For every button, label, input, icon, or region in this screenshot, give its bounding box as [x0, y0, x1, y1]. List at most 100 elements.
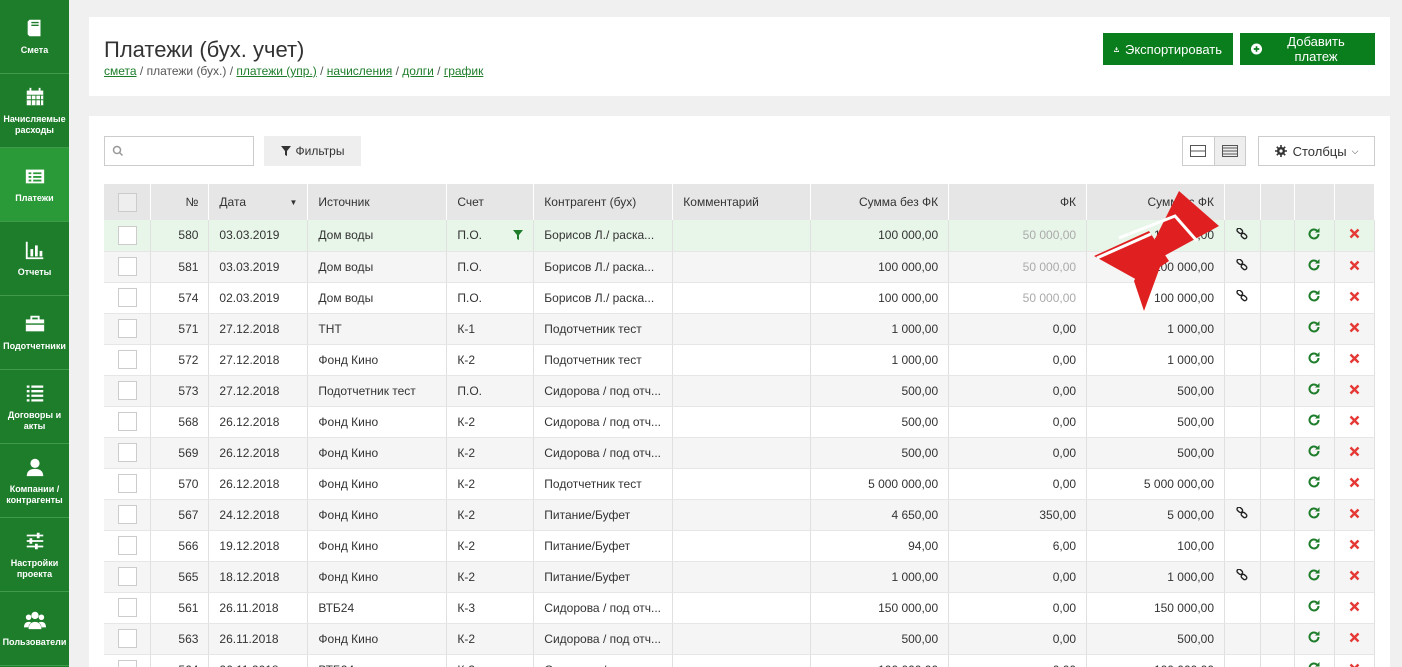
col-header-source[interactable]: Источник: [307, 184, 448, 220]
breadcrumb-debts-link[interactable]: долги: [402, 64, 434, 78]
table-row[interactable]: 568 26.12.2018 Фонд Кино К-2 Сидорова / под …: [104, 406, 1376, 438]
delete-icon[interactable]: [1349, 632, 1360, 643]
table-row[interactable]: 56426.11.2018ВТБ24 К-3 Сидорова / под отч.…: [104, 654, 1376, 667]
table-row[interactable]: 573 27.12.2018 Подотчетник тест П.О. Сидоров…: [104, 375, 1376, 407]
row-checkbox[interactable]: [117, 319, 137, 338]
delete-icon[interactable]: [1349, 322, 1360, 333]
delete-icon[interactable]: [1349, 228, 1360, 239]
row-checkbox[interactable]: [117, 505, 137, 524]
table-row[interactable]: 572 27.12.2018 Фонд Кино К-2 Подотчетник тес…: [104, 344, 1376, 376]
table-row[interactable]: 580 03.03.2019 Дом воды П.О. Борисов Л./ рас…: [104, 220, 1376, 252]
row-checkbox[interactable]: [117, 225, 137, 245]
search-input[interactable]: [127, 140, 249, 162]
refresh-icon[interactable]: [1307, 506, 1321, 520]
col-header-account[interactable]: Счет: [446, 184, 535, 220]
row-checkbox[interactable]: [117, 629, 137, 648]
sidebar-item-reports[interactable]: Отчеты: [0, 222, 69, 296]
link-icon[interactable]: [1236, 568, 1248, 581]
row-checkbox[interactable]: [117, 474, 137, 493]
sidebar-item-accountables[interactable]: Подотчетники: [0, 296, 69, 370]
delete-icon[interactable]: [1349, 446, 1360, 457]
table-row[interactable]: 570 26.12.2018 Фонд Кино К-2 Подотчетник тес…: [104, 468, 1376, 500]
delete-icon[interactable]: [1349, 539, 1360, 550]
breadcrumb-schedule-link[interactable]: график: [444, 64, 484, 78]
delete-icon[interactable]: [1349, 260, 1360, 271]
sidebar-item-accrued[interactable]: Начисляемые расходы: [0, 74, 69, 148]
col-header-sum-with-fk[interactable]: Сумма с ФК: [1086, 184, 1225, 220]
filter-icon[interactable]: [513, 230, 524, 241]
col-header-counterparty[interactable]: Контрагент (бух): [533, 184, 674, 220]
cell-sum-no-fk: 100 000,00: [810, 282, 950, 314]
sidebar-item-contracts[interactable]: Договоры и акты: [0, 370, 69, 444]
row-checkbox[interactable]: [117, 443, 137, 462]
refresh-icon[interactable]: [1307, 444, 1321, 458]
col-header-fk[interactable]: ФК: [948, 184, 1088, 220]
col-header-number[interactable]: №: [150, 184, 210, 220]
refresh-icon[interactable]: [1307, 661, 1321, 667]
export-button[interactable]: Экспортировать: [1103, 33, 1233, 65]
row-checkbox[interactable]: [117, 288, 137, 307]
row-checkbox[interactable]: [117, 598, 137, 617]
table-row[interactable]: 571 27.12.2018 ТНТ К-1 Подотчетник тест 1 000…: [104, 313, 1376, 345]
refresh-icon[interactable]: [1307, 568, 1321, 582]
row-checkbox[interactable]: [117, 350, 137, 369]
cell-link: [1224, 282, 1261, 314]
sidebar-item-smeta[interactable]: Смета: [0, 0, 69, 74]
delete-icon[interactable]: [1349, 663, 1360, 667]
filters-button[interactable]: Фильтры: [264, 136, 361, 166]
row-checkbox[interactable]: [117, 536, 137, 555]
table-row[interactable]: 566 19.12.2018 Фонд Кино К-2 Питание/Буфет 94…: [104, 530, 1376, 562]
refresh-icon[interactable]: [1307, 382, 1321, 396]
table-row[interactable]: 569 26.12.2018 Фонд Кино К-2 Сидорова / под …: [104, 437, 1376, 469]
refresh-icon[interactable]: [1307, 351, 1321, 365]
col-header-sum-no-fk[interactable]: Сумма без ФК: [810, 184, 950, 220]
link-icon[interactable]: [1236, 506, 1248, 519]
col-header-date[interactable]: Дата ▼: [208, 184, 309, 220]
refresh-icon[interactable]: [1307, 599, 1321, 613]
delete-icon[interactable]: [1349, 384, 1360, 395]
cell-delete: [1334, 499, 1376, 531]
refresh-icon[interactable]: [1307, 289, 1321, 303]
delete-icon[interactable]: [1349, 508, 1360, 519]
breadcrumb-smeta-link[interactable]: смета: [104, 64, 137, 78]
refresh-icon[interactable]: [1307, 475, 1321, 489]
sidebar-item-project-settings[interactable]: Настройки проекта: [0, 518, 69, 592]
delete-icon[interactable]: [1349, 570, 1360, 581]
sidebar-item-payments[interactable]: Платежи: [0, 148, 69, 222]
delete-icon[interactable]: [1349, 291, 1360, 302]
sidebar-item-companies[interactable]: Компании / контрагенты: [0, 444, 69, 518]
row-checkbox[interactable]: [117, 412, 137, 431]
view-dense-button[interactable]: [1213, 137, 1245, 165]
columns-button[interactable]: Столбцы ⌵: [1258, 136, 1375, 166]
table-row[interactable]: 567 24.12.2018 Фонд Кино К-2 Питание/Буфет 4 …: [104, 499, 1376, 531]
refresh-icon[interactable]: [1307, 258, 1321, 272]
select-all-checkbox[interactable]: [117, 192, 137, 212]
row-checkbox[interactable]: [117, 257, 137, 276]
table-row[interactable]: 561 26.11.2018 ВТБ24 К-3 Сидорова / под отч.…: [104, 592, 1376, 624]
row-checkbox[interactable]: [117, 660, 137, 667]
breadcrumb-accruals-link[interactable]: начисления: [327, 64, 393, 78]
delete-icon[interactable]: [1349, 601, 1360, 612]
refresh-icon[interactable]: [1307, 630, 1321, 644]
sidebar-item-users[interactable]: Пользователи: [0, 592, 69, 666]
table-row[interactable]: 581 03.03.2019 Дом воды П.О. Борисов Л./ рас…: [104, 251, 1376, 283]
link-icon[interactable]: [1236, 289, 1248, 302]
refresh-icon[interactable]: [1307, 227, 1321, 241]
link-icon[interactable]: [1236, 227, 1248, 240]
table-row[interactable]: 565 18.12.2018 Фонд Кино К-2 Питание/Буфет 1 …: [104, 561, 1376, 593]
row-checkbox[interactable]: [117, 567, 137, 586]
col-header-comment[interactable]: Комментарий: [672, 184, 812, 220]
link-icon[interactable]: [1236, 258, 1248, 271]
refresh-icon[interactable]: [1307, 320, 1321, 334]
delete-icon[interactable]: [1349, 353, 1360, 364]
delete-icon[interactable]: [1349, 477, 1360, 488]
view-compact-button[interactable]: [1183, 137, 1214, 165]
delete-icon[interactable]: [1349, 415, 1360, 426]
table-row[interactable]: 563 26.11.2018 Фонд Кино К-2 Сидорова / под …: [104, 623, 1376, 655]
refresh-icon[interactable]: [1307, 413, 1321, 427]
add-payment-button[interactable]: Добавить платеж: [1240, 33, 1375, 65]
row-checkbox[interactable]: [117, 381, 137, 400]
refresh-icon[interactable]: [1307, 537, 1321, 551]
table-row[interactable]: 574 02.03.2019 Дом воды П.О. Борисов Л./ рас…: [104, 282, 1376, 314]
breadcrumb-payments-upr-link[interactable]: платежи (упр.): [236, 64, 316, 78]
